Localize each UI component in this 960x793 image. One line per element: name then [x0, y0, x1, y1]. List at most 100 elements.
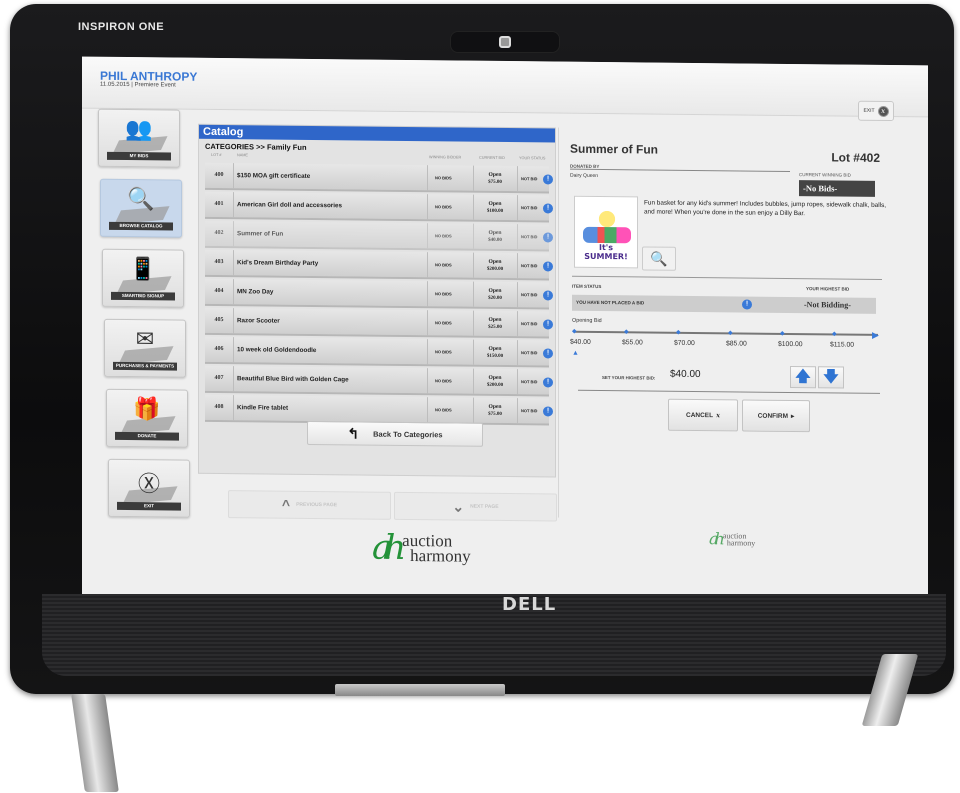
- item-name: 10 week old Goldendoodle: [237, 346, 317, 355]
- alert-icon[interactable]: !: [543, 290, 553, 301]
- back-to-categories-button[interactable]: ↰ Back To Categories: [307, 420, 483, 447]
- current-bid: Open $75.00: [475, 403, 515, 419]
- lot-number: 400: [214, 171, 224, 179]
- winning-bidder: NO BIDS: [435, 378, 452, 384]
- current-bid: Open $20.00: [475, 287, 515, 303]
- alert-icon[interactable]: !: [543, 174, 553, 185]
- item-name: Kid's Dream Birthday Party: [237, 259, 319, 268]
- item-name: Summer of Fun: [237, 230, 284, 238]
- alert-icon[interactable]: !: [543, 203, 553, 214]
- next-page-button[interactable]: ⌄ NEXT PAGE: [394, 491, 557, 522]
- current-bid: Open $40.00: [475, 229, 515, 245]
- bid-amount: $150.00: [486, 353, 504, 359]
- alert-icon[interactable]: !: [543, 319, 553, 330]
- magnifier-icon: 🔍: [650, 250, 668, 267]
- nav-my-bids[interactable]: 👥 MY BIDS: [98, 108, 180, 168]
- exit-button-top[interactable]: EXIT x: [858, 100, 894, 122]
- catalog-row[interactable]: 406 10 week old Goldendoodle NO BIDS Open $1…: [205, 336, 553, 368]
- logo-mark-icon: ah: [372, 527, 399, 568]
- envelope-icon: ✉: [135, 326, 155, 352]
- arrow-down-icon: 🡇: [823, 368, 839, 386]
- alert-icon[interactable]: !: [543, 232, 553, 243]
- bid-step-marker[interactable]: ◆: [676, 329, 681, 336]
- catalog-row[interactable]: 400 $150 MOA gift certificate NO BIDS Open $…: [205, 162, 553, 194]
- decrease-bid-button[interactable]: 🡇: [818, 366, 844, 389]
- alert-icon[interactable]: !: [543, 406, 553, 417]
- current-winning-bid: -No Bids-: [799, 180, 875, 197]
- webcam: [450, 31, 560, 53]
- image-caption: It's SUMMER!: [584, 242, 628, 262]
- winning-bidder: NO BIDS: [435, 233, 452, 239]
- bid-step-label: $40.00: [570, 338, 591, 346]
- magnifier-icon: 🔍: [127, 186, 155, 212]
- catalog-row[interactable]: 407 Beautiful Blue Bird with Golden Cage N…: [205, 365, 553, 397]
- catalog-row[interactable]: 405 Razor Scooter NO BIDS Open $25.00 NOT BID…: [205, 307, 553, 339]
- monitor-bezel: INSPIRON ONE PHIL ANTHROPY 11.05.2015 | …: [10, 4, 954, 694]
- item-title: Summer of Fun: [570, 141, 659, 157]
- speaker-grille: [42, 594, 946, 676]
- your-status: NOT BID: [521, 379, 538, 385]
- stand-leg-left: [71, 694, 119, 792]
- event-info: 11.05.2015 | Premiere Event: [100, 81, 176, 89]
- exit-label: EXIT: [863, 107, 875, 114]
- lot-number: 403: [214, 258, 224, 266]
- zoom-image-button[interactable]: 🔍: [642, 246, 676, 271]
- previous-page-button[interactable]: ^ PREVIOUS PAGE: [228, 490, 391, 520]
- catalog-row[interactable]: 401 American Girl doll and accessories NO …: [205, 191, 553, 223]
- catalog-row[interactable]: 403 Kid's Dream Birthday Party NO BIDS Open…: [205, 249, 553, 281]
- bid-step-marker[interactable]: ◆: [780, 330, 785, 337]
- lot-number: 408: [214, 403, 224, 411]
- item-name: Razor Scooter: [237, 317, 280, 325]
- bid-amount: $25.00: [488, 324, 502, 330]
- item-name: MN Zoo Day: [237, 288, 274, 296]
- nav-exit[interactable]: Ⓧ EXIT: [108, 458, 190, 518]
- your-status: NOT BID: [521, 321, 538, 327]
- winning-bidder: NO BIDS: [435, 262, 452, 268]
- lot-number: 402: [214, 229, 224, 237]
- logo-line2: harmony: [726, 537, 756, 548]
- bid-step-label: $70.00: [674, 339, 695, 347]
- nav-browse-catalog[interactable]: 🔍 BROWSE CATALOG: [100, 178, 182, 238]
- play-icon: ▸: [791, 412, 795, 421]
- current-bid: Open $100.00: [475, 200, 515, 216]
- lot-number: 407: [214, 374, 224, 382]
- back-label: Back To Categories: [373, 429, 443, 439]
- item-name: Kindle Fire tablet: [237, 404, 289, 412]
- nav-donate[interactable]: 🎁 DONATE: [106, 388, 188, 448]
- col-current: CURRENT BID: [479, 155, 505, 160]
- current-winning-label: CURRENT WINNING BID: [799, 172, 851, 178]
- phone-icon: 📱: [129, 256, 157, 282]
- lot-number: 405: [214, 316, 224, 324]
- item-name: Beautiful Blue Bird with Golden Cage: [237, 375, 349, 384]
- catalog-row[interactable]: 402 Summer of Fun NO BIDS Open $40.00 NOT BID…: [205, 220, 553, 252]
- nav-label: MY BIDS: [107, 151, 171, 161]
- screen: PHIL ANTHROPY 11.05.2015 | Premiere Even…: [82, 56, 928, 606]
- bid-step-marker[interactable]: ◆: [572, 328, 577, 335]
- nav-purchases-payments[interactable]: ✉ PURCHASES & PAYMENTS: [104, 318, 186, 378]
- slider-pointer-icon[interactable]: ▲: [572, 350, 579, 357]
- catalog-row[interactable]: 404 MN Zoo Day NO BIDS Open $20.00 NOT BID!: [205, 278, 553, 310]
- confirm-button[interactable]: CONFIRM ▸: [742, 399, 810, 433]
- item-image[interactable]: It's SUMMER!: [574, 195, 638, 269]
- alert-icon[interactable]: !: [543, 377, 553, 388]
- item-name: $150 MOA gift certificate: [237, 172, 311, 180]
- side-nav: 👥 MY BIDS 🔍 BROWSE CATALOG 📱 SMARTBID SI…: [94, 108, 200, 530]
- x-circle-icon: x: [877, 105, 889, 117]
- increase-bid-button[interactable]: 🡅: [790, 365, 816, 389]
- alert-icon[interactable]: !: [543, 261, 553, 272]
- nav-smartbid-signup[interactable]: 📱 SMARTBID SIGNUP: [102, 248, 184, 308]
- bid-step-marker[interactable]: ◆: [832, 330, 837, 337]
- bid-amount: $200.00: [486, 266, 504, 272]
- winning-bidder: NO BIDS: [435, 175, 452, 181]
- top-bar: PHIL ANTHROPY 11.05.2015 | Premiere Even…: [82, 56, 928, 118]
- col-winning: WINNING BIDDER: [429, 155, 462, 160]
- item-name: American Girl doll and accessories: [237, 201, 342, 210]
- item-detail-panel: Summer of Fun Lot #402 DONATED BY Dairy …: [570, 128, 900, 461]
- col-status: YOUR STATUS: [519, 156, 546, 161]
- bid-step-marker[interactable]: ◆: [728, 329, 733, 336]
- bid-step-marker[interactable]: ◆: [624, 328, 629, 335]
- cancel-button[interactable]: CANCEL x: [668, 398, 738, 432]
- alert-icon[interactable]: !: [543, 348, 553, 359]
- bid-step-label: $100.00: [778, 340, 803, 349]
- status-text: YOU HAVE NOT PLACED A BID: [576, 299, 645, 306]
